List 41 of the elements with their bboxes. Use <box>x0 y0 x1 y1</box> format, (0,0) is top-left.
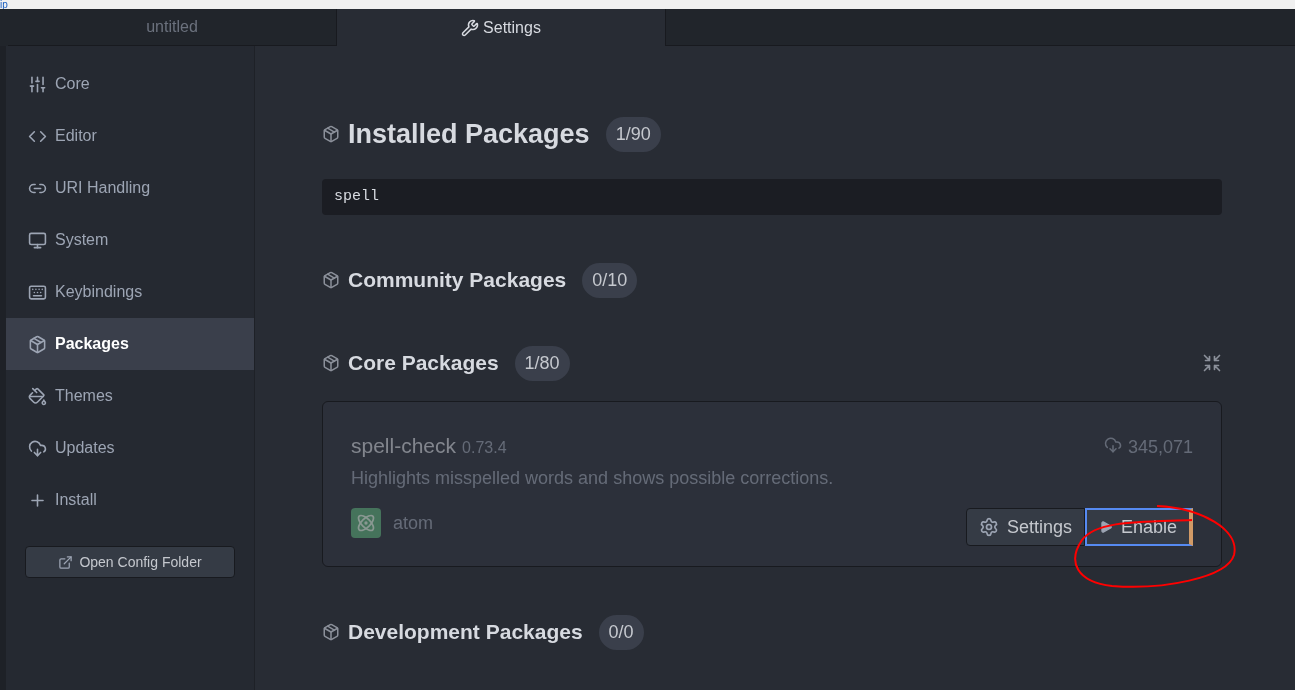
sidebar-item[interactable]: System <box>6 214 254 266</box>
sidebar-item[interactable]: Core <box>6 58 254 110</box>
sidebar-item[interactable]: Themes <box>6 370 254 422</box>
count-badge: 0/0 <box>598 614 644 650</box>
package-icon <box>28 334 47 354</box>
sliders-icon <box>28 74 47 94</box>
bucket-icon <box>28 386 47 406</box>
keyboard-icon <box>28 282 47 302</box>
package-description: Highlights misspelled words and shows possible corrections. <box>351 467 835 490</box>
tab[interactable]: untitled <box>8 9 337 46</box>
count-badge: 1/80 <box>514 345 570 381</box>
cloud-download-icon <box>28 438 47 458</box>
package-icon <box>322 623 340 641</box>
sidebar-item[interactable]: Keybindings <box>6 266 254 318</box>
open-config-folder-button[interactable]: Open Config Folder <box>25 546 235 578</box>
sidebar-item[interactable]: Updates <box>6 422 254 474</box>
section-title: Community Packages <box>348 267 567 294</box>
package-icon <box>322 125 340 144</box>
collapse-icon[interactable] <box>1202 353 1222 373</box>
package-version: 0.73.4 <box>462 437 507 458</box>
play-icon <box>1098 520 1113 534</box>
count-badge: 0/10 <box>582 262 638 298</box>
tab[interactable]: Settings <box>337 9 666 46</box>
sidebar-item[interactable]: URI Handling <box>6 162 254 214</box>
section-title: Core Packages <box>348 350 499 377</box>
filter-input[interactable]: spell <box>322 178 1222 215</box>
sidebar-item[interactable]: Install <box>6 474 254 526</box>
download-count: 345,071 <box>1127 435 1193 459</box>
package-icon <box>322 354 340 372</box>
gear-icon <box>978 517 999 537</box>
external-link-icon <box>58 554 74 570</box>
sidebar-item[interactable]: Editor <box>6 110 254 162</box>
package-icon <box>322 271 340 289</box>
section-title: Development Packages <box>348 619 583 646</box>
wrench-icon <box>461 18 480 37</box>
sidebar-item[interactable]: Packages <box>6 318 254 370</box>
section-title: Installed Packages <box>348 118 590 151</box>
monitor-icon <box>28 230 47 250</box>
count-badge: 1/90 <box>605 116 661 152</box>
download-icon <box>1103 436 1122 455</box>
author-avatar <box>351 508 381 538</box>
